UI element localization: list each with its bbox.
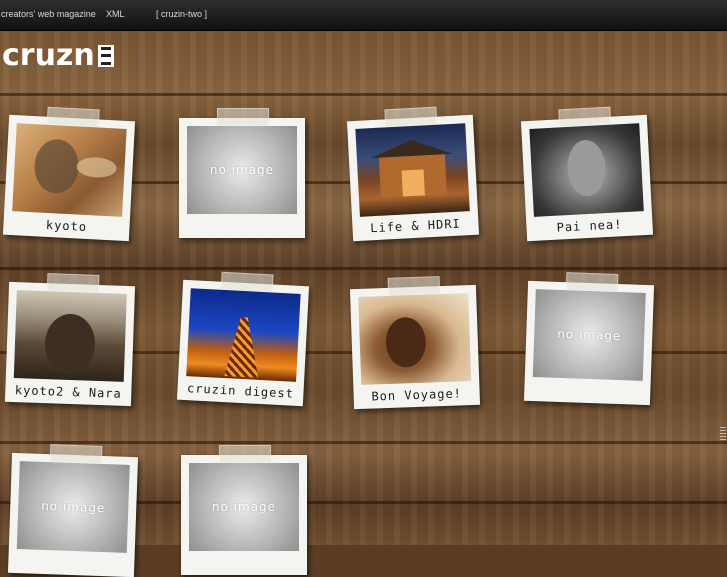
nav-link-xml[interactable]: XML <box>106 9 125 19</box>
card-photo-placeholder: no image <box>16 461 130 553</box>
card-photo <box>355 123 470 217</box>
tape-strip <box>219 445 271 463</box>
plank-seam <box>0 441 727 444</box>
plank-seam <box>0 267 727 270</box>
nav-link-creators-web-magazine[interactable]: creators' web magazine <box>1 9 96 19</box>
gallery-card-empty[interactable]: no image <box>179 108 305 238</box>
card-caption: Pai nea! <box>556 217 623 235</box>
logo-emblem-icon <box>97 45 114 67</box>
card-photo <box>529 123 644 217</box>
card-caption: Bon Voyage! <box>371 386 463 404</box>
card-caption <box>524 396 650 400</box>
gallery-card-empty[interactable]: no image <box>181 445 307 575</box>
card-photo-placeholder: no image <box>532 289 646 381</box>
no-image-label: no image <box>40 498 106 516</box>
top-nav-bar: creators' web magazine XML [ cruzin-two … <box>0 0 727 31</box>
no-image-label: no image <box>556 326 622 344</box>
gallery-card-life-hdri[interactable]: Life & HDRI <box>346 106 480 242</box>
card-caption <box>8 568 134 572</box>
card-photo <box>186 288 301 382</box>
gallery-card-empty[interactable]: no image <box>7 444 139 577</box>
card-photo <box>358 293 472 385</box>
nav-link-cruzin-two[interactable]: [ cruzin-two ] <box>156 9 207 19</box>
tape-strip <box>565 272 619 292</box>
card-caption: kyoto <box>45 217 88 235</box>
gallery-card-pai-nea[interactable]: Pai nea! <box>520 106 654 242</box>
scroll-grip-icon[interactable] <box>720 427 726 441</box>
tape-strip <box>49 444 103 464</box>
no-image-label: no image <box>209 163 275 177</box>
gallery-card-empty[interactable]: no image <box>523 272 655 406</box>
card-photo <box>12 123 127 217</box>
card-photo-placeholder: no image <box>189 463 299 551</box>
gallery-card-cruzin-digest[interactable]: cruzin digest <box>176 271 310 407</box>
tape-strip <box>217 108 269 126</box>
gallery-card-kyoto[interactable]: kyoto <box>2 106 136 242</box>
site-logo[interactable]: cruzn <box>2 40 114 72</box>
logo-wordmark: cruzn <box>2 38 95 73</box>
card-caption: kyoto2 & Nara <box>14 383 122 401</box>
no-image-label: no image <box>211 500 277 514</box>
tape-strip <box>387 276 441 296</box>
card-photo <box>13 290 127 382</box>
tape-strip <box>46 273 100 293</box>
card-photo-placeholder: no image <box>187 126 297 214</box>
plank-seam <box>0 93 727 96</box>
card-caption: Life & HDRI <box>369 216 462 236</box>
gallery-card-kyoto2-nara[interactable]: kyoto2 & Nara <box>4 273 136 407</box>
gallery-card-bon-voyage[interactable]: Bon Voyage! <box>349 276 481 410</box>
card-caption: cruzin digest <box>186 381 295 401</box>
